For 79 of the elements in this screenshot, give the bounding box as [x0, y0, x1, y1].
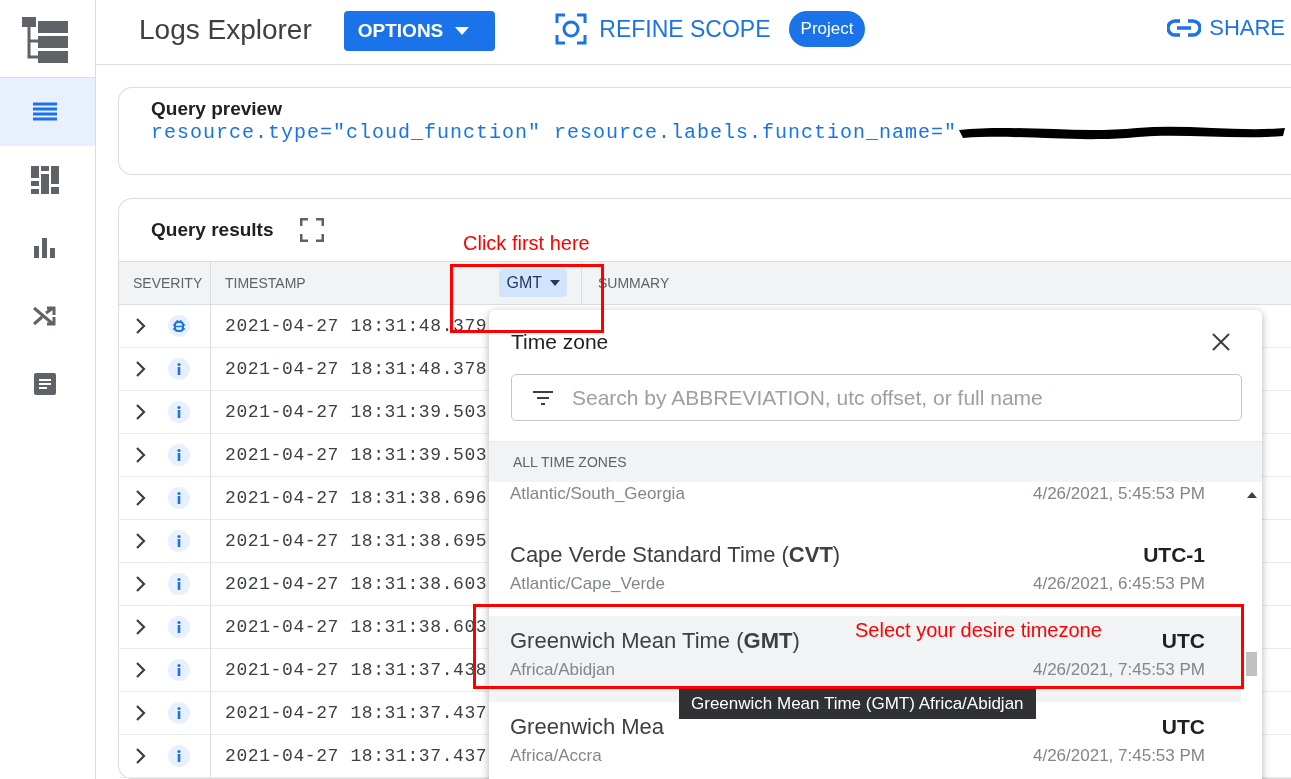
info-icon: [168, 573, 190, 595]
column-header: SEVERITY: [119, 262, 211, 304]
document-icon: [33, 373, 56, 395]
info-icon: [168, 530, 190, 552]
query-text: resource.type="cloud_function" resource.labels.function_name=": [151, 120, 958, 144]
dialog-title: Time zone: [511, 330, 609, 354]
expand-chevron-icon[interactable]: [136, 705, 146, 721]
bar-chart-icon: [33, 238, 56, 258]
zone-name: Greenwich Mean Time (GMT): [510, 628, 800, 654]
bug-icon: [168, 315, 190, 337]
timestamp-cell: 2021-04-27 18:31:39.503: [225, 445, 488, 465]
utc-offset: UTC: [1161, 715, 1205, 739]
caret-icon: [455, 27, 470, 35]
info-icon: [168, 616, 190, 638]
timestamp-cell: 2021-04-27 18:31:39.503: [225, 402, 488, 422]
expand-chevron-icon[interactable]: [136, 662, 146, 678]
zone-id: Atlantic/Cape_Verde: [510, 574, 665, 594]
shuffle-icon: [32, 305, 57, 327]
expand-chevron-icon[interactable]: [136, 490, 146, 506]
logs-logo-icon: [19, 14, 70, 63]
timestamp-cell: 2021-04-27 18:31:48.378: [225, 359, 488, 379]
query-preview-title: Query preview: [151, 98, 283, 120]
filter-icon: [533, 391, 553, 405]
fullscreen-icon[interactable]: [299, 218, 324, 242]
list-icon: [32, 102, 57, 122]
utc-offset: UTC-1: [1143, 543, 1205, 567]
timestamp-cell: 2021-04-27 18:31:37.437: [225, 703, 488, 723]
focus-icon: [555, 13, 588, 45]
info-icon: [168, 401, 190, 423]
timezone-button[interactable]: GMT: [499, 269, 567, 297]
annotation-text: Click first here: [463, 232, 590, 255]
dashboard-icon: [30, 166, 59, 194]
info-icon: [168, 659, 190, 681]
info-icon: [168, 487, 190, 509]
expand-chevron-icon[interactable]: [136, 447, 146, 463]
options-button[interactable]: OPTIONS: [343, 11, 496, 51]
nav-item[interactable]: [0, 78, 95, 146]
expand-chevron-icon[interactable]: [136, 576, 146, 592]
zone-datetime: 4/26/2021, 7:45:53 PM: [1032, 660, 1205, 680]
scrollbar-thumb[interactable]: [1246, 652, 1257, 676]
expand-chevron-icon[interactable]: [136, 361, 146, 377]
scope-badge[interactable]: Project: [788, 11, 866, 47]
timestamp-cell: 2021-04-27 18:31:38.695: [225, 531, 488, 551]
share-button[interactable]: SHARE: [1167, 15, 1291, 41]
info-icon: [168, 745, 190, 767]
info-icon: [168, 358, 190, 380]
expand-chevron-icon[interactable]: [136, 533, 146, 549]
caret-icon: [550, 280, 560, 286]
expand-chevron-icon[interactable]: [136, 318, 146, 334]
zone-name: Cape Verde Standard Time (CVT): [510, 542, 841, 568]
zone-datetime: 4/26/2021, 6:45:53 PM: [1032, 574, 1205, 594]
time-zone-item[interactable]: Cape Verde Standard Time (CVT) UTC-1 Atlantic/Cape_Verde 4/26/2021, 6:45:53 PM: [489, 530, 1241, 616]
column-header: TIMESTAMP: [225, 275, 306, 291]
info-icon: [168, 702, 190, 724]
utc-offset: UTC: [1161, 629, 1205, 653]
page-title: Logs Explorer: [139, 14, 312, 46]
zone-id: Africa/Accra: [510, 746, 602, 766]
zone-datetime: 4/26/2021, 7:45:53 PM: [1032, 746, 1205, 766]
timestamp-cell: 2021-04-27 18:31:38.696: [225, 488, 488, 508]
zone-id: Africa/Abidjan: [510, 660, 615, 680]
link-icon: [1167, 19, 1202, 37]
annotation-text: Select your desire timezone: [855, 619, 1102, 642]
timestamp-cell: 2021-04-27 18:31:37.437: [225, 746, 488, 766]
search-field[interactable]: Search by ABBREVIATION, utc offset, or full name: [511, 374, 1242, 421]
section-header: ALL TIME ZONES: [489, 441, 1262, 482]
expand-chevron-icon[interactable]: [136, 404, 146, 420]
zone-name: Greenwich Mea: [510, 714, 665, 740]
expand-chevron-icon[interactable]: [136, 619, 146, 635]
scroll-up-icon[interactable]: [1246, 492, 1257, 498]
expand-chevron-icon[interactable]: [136, 748, 146, 764]
refine-scope-button[interactable]: REFINE SCOPE: [555, 13, 771, 45]
query-results-title: Query results: [151, 219, 274, 241]
tooltip: Greenwich Mean Time (GMT) Africa/Abidjan: [679, 688, 1036, 719]
info-icon: [168, 444, 190, 466]
timestamp-cell: 2021-04-27 18:31:38.603: [225, 574, 488, 594]
zone-datetime: 4/26/2021, 5:45:53 PM: [1032, 484, 1205, 504]
zone-id: Atlantic/South_Georgia: [510, 484, 685, 504]
close-icon[interactable]: [1212, 333, 1230, 351]
time-zone-item[interactable]: Atlantic/South_Georgia 4/26/2021, 5:45:53 PM: [489, 482, 1241, 520]
